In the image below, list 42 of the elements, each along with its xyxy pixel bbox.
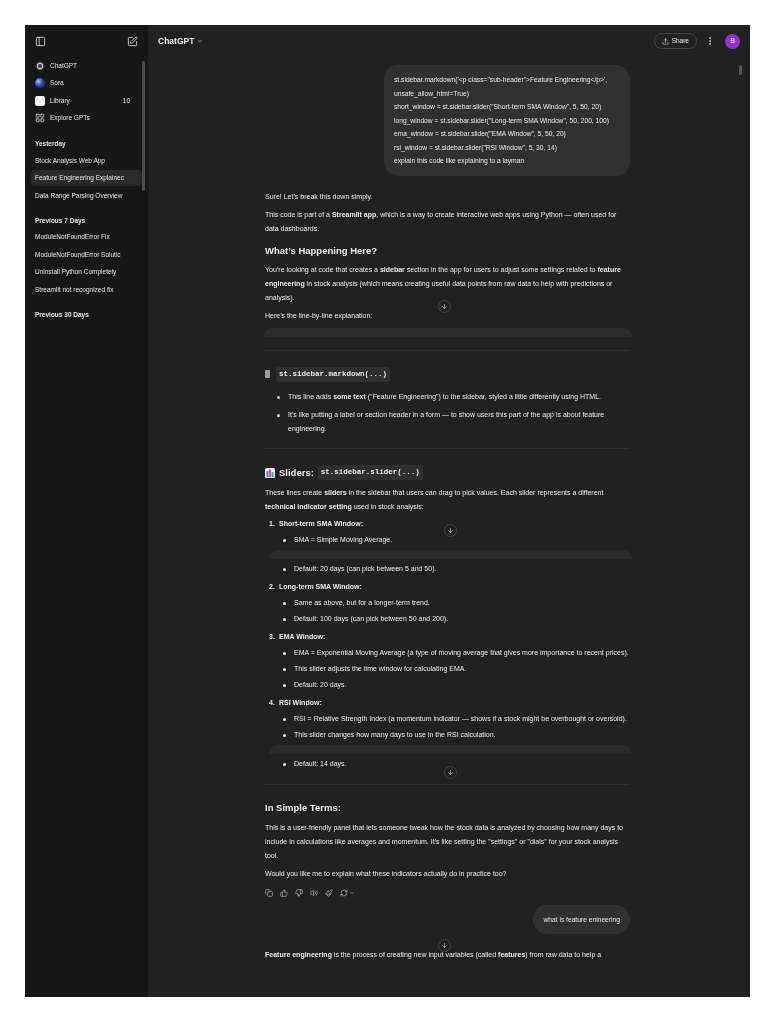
share-icon: [661, 37, 669, 45]
bullet-icon: [283, 667, 286, 671]
bullet-icon: [283, 601, 286, 605]
document-icon: [265, 370, 270, 379]
speaker-icon[interactable]: [310, 888, 318, 897]
scroll-down-button[interactable]: [444, 766, 457, 780]
scroll-down-button[interactable]: [438, 939, 451, 952]
logo-icon: [35, 60, 45, 71]
section-heading: Sliders:: [279, 465, 314, 480]
thumbs-up-icon[interactable]: [280, 888, 288, 897]
bullet-icon: [277, 395, 280, 399]
bullet-icon: [283, 567, 286, 571]
scroll-down-button[interactable]: [444, 524, 457, 538]
scroll-down-button[interactable]: [438, 299, 451, 313]
bullet-icon: [283, 617, 286, 621]
bar-chart-icon: [265, 467, 275, 478]
bullet-icon: [283, 762, 286, 766]
sidebar-toggle-icon[interactable]: [35, 35, 46, 47]
bullet-icon: [277, 413, 280, 417]
scrollbar[interactable]: [739, 65, 742, 75]
thumbs-down-icon[interactable]: [295, 888, 303, 897]
arrow-down-icon: [441, 302, 448, 310]
globe-icon: [35, 78, 45, 89]
arrow-down-icon: [447, 527, 454, 535]
bullet-icon: [283, 717, 286, 721]
bullet-icon: [283, 538, 286, 542]
arrow-down-icon: [447, 769, 454, 777]
model-selector[interactable]: ChatGPT: [158, 34, 205, 48]
library-icon: [35, 95, 45, 106]
chevron-down-icon: [196, 37, 205, 45]
section-heading: What’s Happening Here?: [265, 243, 379, 258]
refresh-icon[interactable]: [340, 888, 348, 897]
grid-icon: [35, 113, 45, 124]
new-chat-icon[interactable]: [127, 35, 138, 47]
bullet-icon: [283, 651, 286, 655]
scrollbar[interactable]: [142, 61, 145, 191]
arrow-down-icon: [441, 942, 448, 949]
bullet-icon: [283, 683, 286, 687]
bullet-icon: [283, 733, 286, 737]
brush-icon[interactable]: [325, 888, 333, 897]
copy-icon[interactable]: [265, 888, 273, 897]
section-heading: In Simple Terms:: [265, 801, 342, 816]
